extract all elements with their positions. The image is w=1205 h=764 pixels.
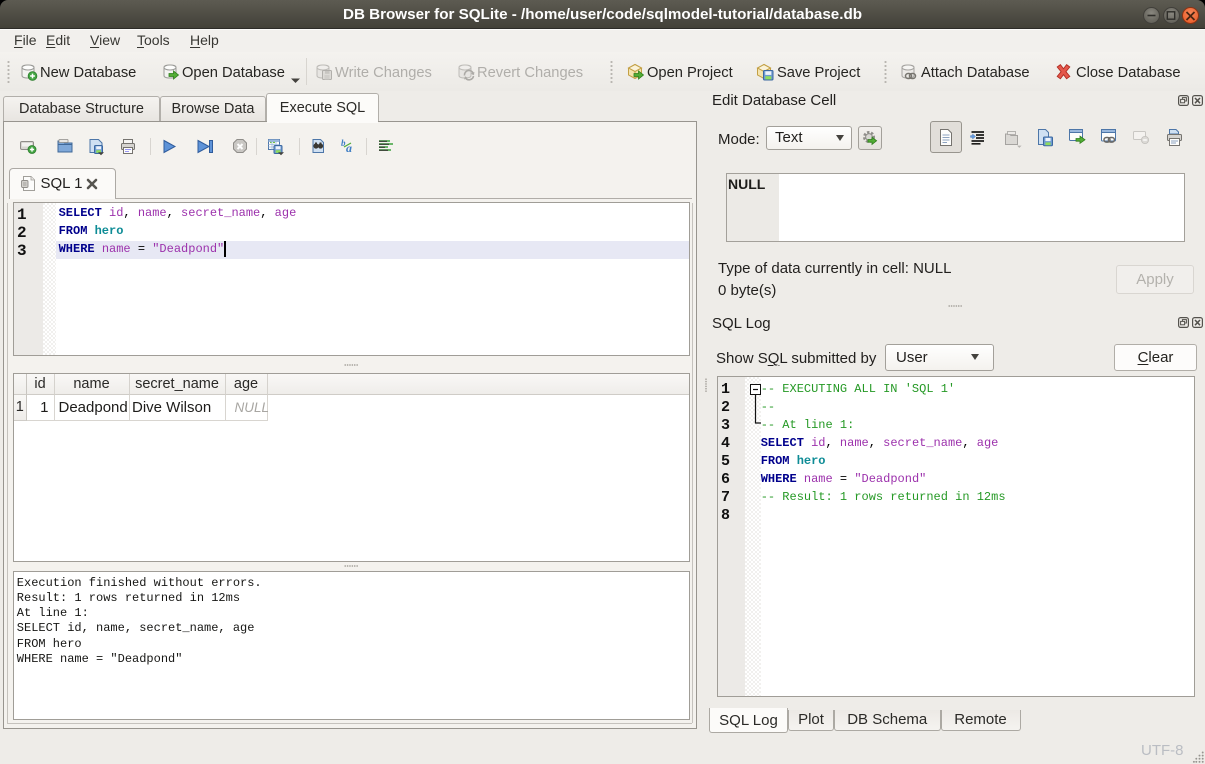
svg-text:a: a: [346, 141, 352, 155]
